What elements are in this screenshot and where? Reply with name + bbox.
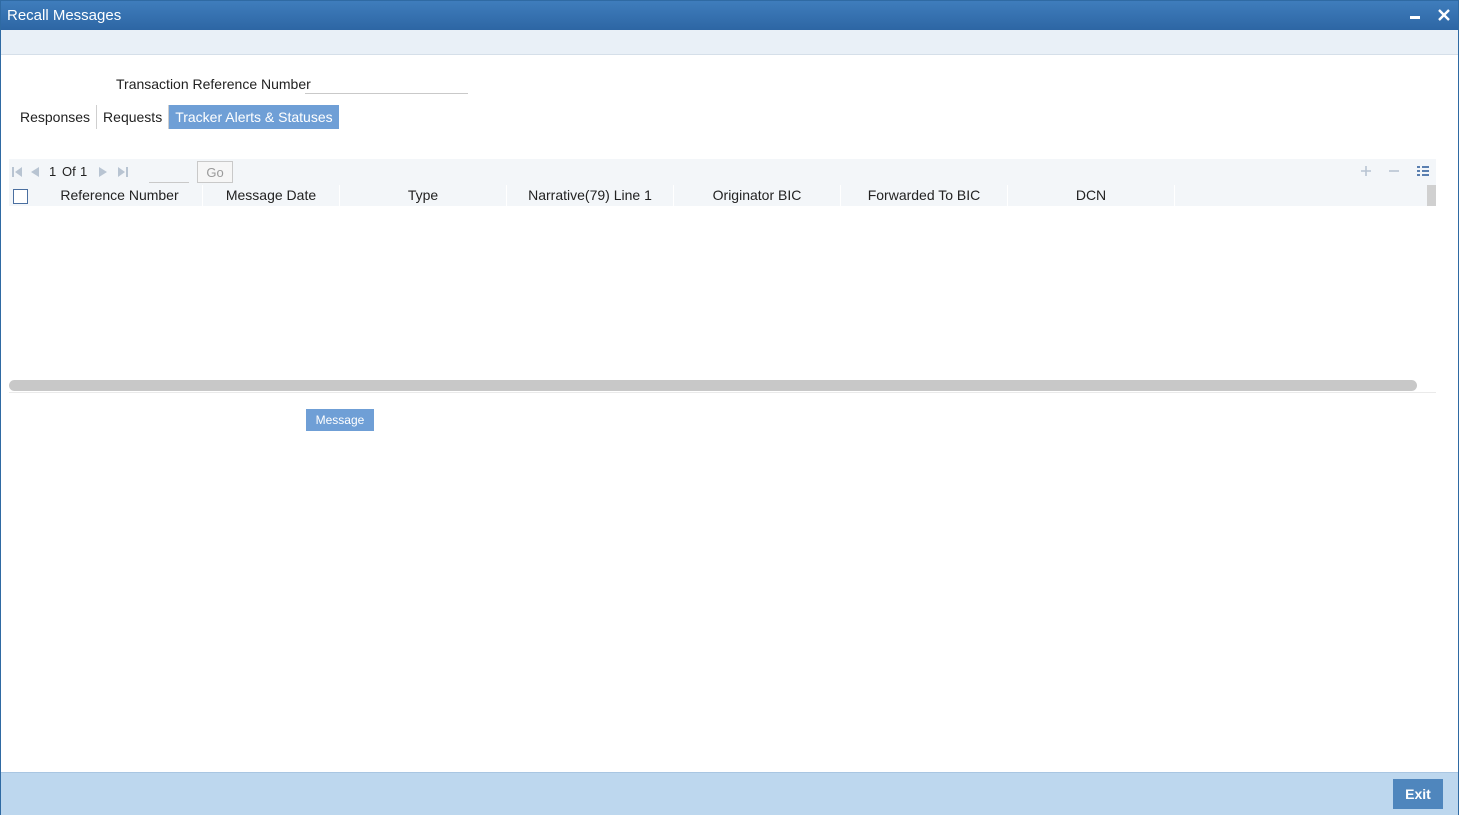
exit-button[interactable]: Exit: [1393, 779, 1443, 809]
col-narrative-line-1[interactable]: Narrative(79) Line 1: [507, 185, 674, 206]
select-all-checkbox[interactable]: [13, 189, 28, 204]
page-of-label: Of: [62, 164, 76, 179]
grid-body: [9, 206, 1436, 381]
delete-row-icon[interactable]: [1387, 164, 1401, 178]
transaction-reference-label: Transaction Reference Number: [116, 76, 311, 92]
transaction-reference-input[interactable]: [305, 73, 468, 94]
col-reference-number[interactable]: Reference Number: [37, 185, 203, 206]
total-pages: 1: [80, 164, 88, 179]
message-tabs: Responses Requests Tracker Alerts & Stat…: [14, 105, 339, 129]
col-forwarded-to-bic[interactable]: Forwarded To BIC: [841, 185, 1008, 206]
recall-messages-window: Recall Messages Transaction Reference Nu…: [0, 0, 1459, 815]
go-button[interactable]: Go: [197, 161, 233, 183]
previous-page-icon[interactable]: [29, 165, 41, 177]
minimize-icon[interactable]: [1407, 6, 1425, 24]
grid-header: Reference Number Message Date Type Narra…: [9, 185, 1427, 206]
title-bar: Recall Messages: [1, 1, 1458, 30]
next-page-icon[interactable]: [97, 165, 109, 177]
close-icon[interactable]: [1435, 6, 1453, 24]
last-page-icon[interactable]: [117, 165, 129, 177]
horizontal-scrollbar[interactable]: [9, 380, 1417, 391]
grid-divider: [9, 392, 1436, 393]
col-originator-bic[interactable]: Originator BIC: [674, 185, 841, 206]
message-button[interactable]: Message: [306, 409, 374, 431]
col-type[interactable]: Type: [340, 185, 507, 206]
window-title: Recall Messages: [7, 7, 122, 24]
vertical-scrollbar[interactable]: [1427, 185, 1436, 206]
grid-pager: 1 Of 1 Go: [9, 159, 1436, 185]
tab-responses[interactable]: Responses: [14, 105, 98, 129]
page-number-input[interactable]: [149, 161, 189, 183]
add-row-icon[interactable]: [1359, 164, 1373, 178]
first-page-icon[interactable]: [11, 165, 23, 177]
col-dcn[interactable]: DCN: [1008, 185, 1175, 206]
tab-tracker-alerts-statuses[interactable]: Tracker Alerts & Statuses: [169, 105, 339, 129]
tab-requests[interactable]: Requests: [97, 105, 170, 129]
single-view-icon[interactable]: [1416, 164, 1430, 178]
current-page: 1: [49, 164, 57, 179]
footer-bar: Exit: [1, 772, 1458, 815]
toolbar-strip: [1, 30, 1458, 55]
col-message-date[interactable]: Message Date: [203, 185, 340, 206]
